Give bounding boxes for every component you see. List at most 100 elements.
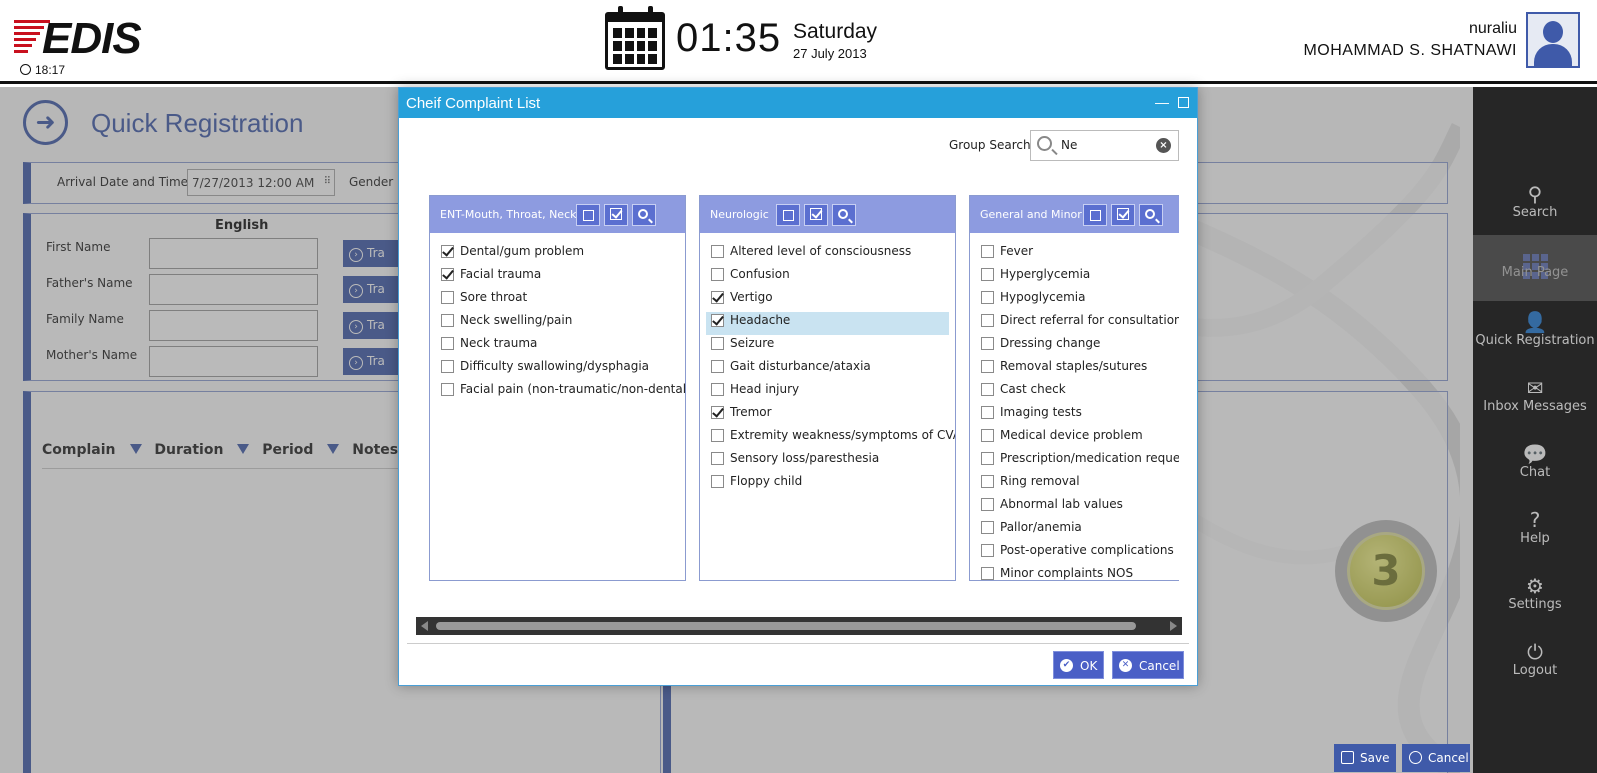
list-item[interactable]: Hypoglycemia xyxy=(970,289,1179,312)
checkbox[interactable] xyxy=(711,452,724,465)
select-all-button[interactable] xyxy=(1111,204,1135,226)
list-item[interactable]: Altered level of consciousness xyxy=(700,243,955,266)
list-item-selected[interactable]: Headache xyxy=(706,312,949,335)
list-item[interactable]: Facial pain (non-traumatic/non-dental) xyxy=(430,381,685,404)
close-icon xyxy=(1409,751,1422,764)
checkbox[interactable] xyxy=(441,360,454,373)
checkbox[interactable] xyxy=(981,360,994,373)
checkbox[interactable] xyxy=(711,245,724,258)
checkbox-checked-icon xyxy=(1117,208,1129,220)
list-item[interactable]: Dental/gum problem xyxy=(430,243,685,266)
checkbox[interactable] xyxy=(981,291,994,304)
list-item[interactable]: Confusion xyxy=(700,266,955,289)
save-label: Save xyxy=(1360,751,1390,765)
list-item[interactable]: Extremity weakness/symptoms of CVA xyxy=(700,427,955,450)
list-item[interactable]: Floppy child xyxy=(700,473,955,496)
page-cancel-button[interactable]: Cancel xyxy=(1402,744,1470,772)
deselect-all-button[interactable] xyxy=(576,204,600,226)
list-item[interactable]: Difficulty swallowing/dysphagia xyxy=(430,358,685,381)
checkbox[interactable] xyxy=(711,475,724,488)
group-search-button[interactable] xyxy=(832,204,856,226)
list-item[interactable]: Ring removal xyxy=(970,473,1179,496)
checkbox[interactable] xyxy=(441,314,454,327)
checkbox[interactable] xyxy=(981,544,994,557)
dialog-titlebar[interactable]: Cheif Complaint List — xyxy=(399,88,1197,118)
list-item[interactable]: Tremor xyxy=(700,404,955,427)
list-item[interactable]: Neck trauma xyxy=(430,335,685,358)
list-item[interactable]: Prescription/medication request xyxy=(970,450,1179,473)
scrollbar-thumb[interactable] xyxy=(436,622,1136,630)
checkbox[interactable] xyxy=(981,383,994,396)
horizontal-scrollbar[interactable] xyxy=(416,617,1182,635)
group-search-box[interactable]: × xyxy=(1030,130,1179,161)
select-all-button[interactable] xyxy=(804,204,828,226)
scroll-right-icon[interactable] xyxy=(1170,621,1177,631)
checkbox[interactable] xyxy=(981,268,994,281)
checkbox[interactable] xyxy=(981,406,994,419)
list-item[interactable]: Medical device problem xyxy=(970,427,1179,450)
session-clock: 18:17 xyxy=(20,63,65,77)
checkbox[interactable] xyxy=(981,521,994,534)
list-item[interactable]: Neck swelling/pain xyxy=(430,312,685,335)
ok-button[interactable]: ✔ OK xyxy=(1053,651,1104,679)
minimize-icon[interactable]: — xyxy=(1155,94,1169,110)
checkbox[interactable] xyxy=(711,360,724,373)
complaint-label: Tremor xyxy=(730,405,772,419)
list-item[interactable]: Pallor/anemia xyxy=(970,519,1179,542)
list-item[interactable]: Facial trauma xyxy=(430,266,685,289)
list-item[interactable]: Sore throat xyxy=(430,289,685,312)
list-item[interactable]: Hyperglycemia xyxy=(970,266,1179,289)
avatar[interactable] xyxy=(1526,12,1580,68)
checkbox[interactable] xyxy=(711,268,724,281)
list-item[interactable]: Removal staples/sutures xyxy=(970,358,1179,381)
edis-logo: EDIS xyxy=(14,14,154,64)
checkbox[interactable] xyxy=(711,291,724,304)
checkbox[interactable] xyxy=(981,567,994,580)
deselect-all-button[interactable] xyxy=(1083,204,1107,226)
complaint-label: Floppy child xyxy=(730,474,803,488)
list-item[interactable]: Seizure xyxy=(700,335,955,358)
group-search-button[interactable] xyxy=(632,204,656,226)
group-search-button[interactable] xyxy=(1139,204,1163,226)
list-item[interactable]: Dressing change xyxy=(970,335,1179,358)
checkbox[interactable] xyxy=(981,314,994,327)
list-item[interactable]: Imaging tests xyxy=(970,404,1179,427)
checkbox[interactable] xyxy=(711,383,724,396)
list-item[interactable]: Fever xyxy=(970,243,1179,266)
checkbox[interactable] xyxy=(981,498,994,511)
list-item[interactable]: Abnormal lab values xyxy=(970,496,1179,519)
check-icon: ✔ xyxy=(1060,659,1073,672)
checkbox[interactable] xyxy=(981,337,994,350)
checkbox[interactable] xyxy=(981,429,994,442)
clear-search-icon[interactable]: × xyxy=(1156,138,1171,153)
checkbox[interactable] xyxy=(441,337,454,350)
group-search-input[interactable] xyxy=(1061,135,1151,155)
checkbox[interactable] xyxy=(441,268,454,281)
list-item[interactable]: Post-operative complications xyxy=(970,542,1179,565)
checkbox[interactable] xyxy=(441,245,454,258)
checkbox[interactable] xyxy=(711,429,724,442)
complaint-label: Dressing change xyxy=(1000,336,1101,350)
checkbox[interactable] xyxy=(981,475,994,488)
save-button[interactable]: Save xyxy=(1334,744,1396,772)
cancel-button[interactable]: ✕ Cancel xyxy=(1112,651,1184,679)
list-item[interactable]: Cast check xyxy=(970,381,1179,404)
complaint-label: Pallor/anemia xyxy=(1000,520,1082,534)
checkbox[interactable] xyxy=(711,314,724,327)
list-item[interactable]: Gait disturbance/ataxia xyxy=(700,358,955,381)
maximize-icon[interactable] xyxy=(1178,97,1189,108)
checkbox[interactable] xyxy=(711,406,724,419)
checkbox[interactable] xyxy=(711,337,724,350)
checkbox[interactable] xyxy=(981,245,994,258)
deselect-all-button[interactable] xyxy=(776,204,800,226)
checkbox[interactable] xyxy=(441,291,454,304)
select-all-button[interactable] xyxy=(604,204,628,226)
list-item[interactable]: Minor complaints NOS xyxy=(970,565,1179,580)
scroll-left-icon[interactable] xyxy=(421,621,428,631)
list-item[interactable]: Vertigo xyxy=(700,289,955,312)
list-item[interactable]: Direct referral for consultation xyxy=(970,312,1179,335)
list-item[interactable]: Head injury xyxy=(700,381,955,404)
list-item[interactable]: Sensory loss/paresthesia xyxy=(700,450,955,473)
checkbox[interactable] xyxy=(441,383,454,396)
checkbox[interactable] xyxy=(981,452,994,465)
